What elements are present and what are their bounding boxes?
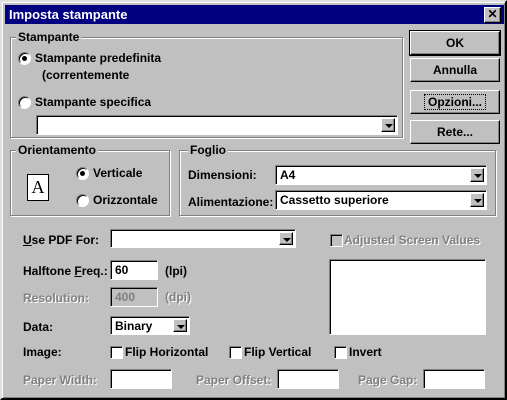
chevron-down-icon[interactable] [279, 232, 293, 245]
pdf-for-label-u: U [23, 233, 32, 247]
options-button-label: Opzioni... [424, 94, 486, 110]
orientation-group-label: Orientamento [16, 143, 99, 157]
portrait-label[interactable]: Verticale [93, 166, 142, 180]
default-printer-radio[interactable] [18, 52, 31, 65]
page-gap-input[interactable] [423, 369, 485, 389]
paper-source-select[interactable]: Cassetto superiore [275, 190, 487, 210]
printer-group-label: Stampante [16, 30, 82, 44]
chevron-down-icon[interactable] [381, 118, 395, 132]
flip-vertical-checkbox[interactable] [229, 346, 242, 359]
options-button[interactable]: Opzioni... [410, 90, 500, 114]
paper-width-label: Paper Width: [23, 373, 97, 387]
invert-label[interactable]: Invert [349, 345, 382, 359]
adjusted-screen-label: Adjusted Screen Values [344, 233, 481, 247]
halftone-label: Halftone Freq.: [23, 264, 108, 278]
flip-vertical-label[interactable]: Flip Vertical [244, 345, 311, 359]
cancel-button[interactable]: Annulla [410, 58, 500, 82]
data-value: Binary [115, 319, 153, 333]
paper-width-input[interactable] [110, 369, 172, 389]
paper-source-label: Alimentazione: [188, 195, 274, 209]
landscape-radio[interactable] [76, 194, 89, 207]
paper-source-value: Cassetto superiore [280, 193, 389, 207]
page-gap-label: Page Gap: [358, 373, 418, 387]
page-icon-letter: A [31, 177, 45, 197]
paper-offset-label: Paper Offset: [196, 373, 272, 387]
halftone-input[interactable]: 60 [110, 260, 158, 280]
flip-horizontal-label[interactable]: Flip Horizontal [125, 345, 208, 359]
print-setup-dialog: Imposta stampante ✕ Stampante Stampante … [0, 0, 507, 400]
network-button[interactable]: Rete... [410, 120, 500, 144]
adjusted-screen-checkbox[interactable] [330, 234, 343, 247]
page-portrait-icon: A [27, 174, 49, 201]
invert-checkbox[interactable] [334, 346, 347, 359]
resolution-input[interactable]: 400 [110, 287, 158, 307]
halftone-label-u: F [74, 264, 82, 278]
halftone-label-b: req.: [81, 264, 108, 278]
data-label: Data: [23, 320, 54, 334]
pdf-for-label-rest: se PDF For: [31, 233, 100, 247]
paper-size-value: A4 [280, 168, 296, 182]
pdf-for-select[interactable] [110, 229, 296, 248]
default-printer-sublabel: (correntemente [42, 68, 130, 82]
paper-size-label: Dimensioni: [188, 168, 257, 182]
paper-group-label: Foglio [188, 143, 228, 157]
paper-offset-input[interactable] [277, 369, 339, 389]
specific-printer-radio[interactable] [18, 96, 31, 109]
resolution-unit: (dpi) [165, 290, 191, 304]
chevron-down-icon[interactable] [470, 193, 484, 207]
specific-printer-select[interactable] [36, 115, 398, 135]
flip-horizontal-checkbox[interactable] [110, 346, 123, 359]
resolution-label: Resolution: [23, 291, 89, 305]
landscape-label[interactable]: Orizzontale [93, 193, 158, 207]
window-title: Imposta stampante [9, 7, 128, 22]
halftone-unit: (lpi) [165, 264, 187, 278]
chevron-down-icon[interactable] [173, 319, 187, 332]
pdf-for-label: Use PDF For: [23, 233, 99, 247]
specific-printer-label[interactable]: Stampante specifica [35, 95, 151, 109]
chevron-down-icon[interactable] [470, 168, 484, 182]
image-label: Image: [23, 345, 62, 359]
preview-box [329, 259, 486, 335]
paper-size-select[interactable]: A4 [275, 165, 487, 185]
portrait-radio[interactable] [76, 167, 89, 180]
halftone-label-a: Halftone [23, 264, 75, 278]
ok-button[interactable]: OK [409, 30, 501, 56]
data-select[interactable]: Binary [110, 316, 190, 335]
default-printer-label[interactable]: Stampante predefinita [35, 51, 161, 65]
close-icon[interactable]: ✕ [484, 7, 501, 23]
title-bar[interactable]: Imposta stampante ✕ [5, 5, 504, 24]
